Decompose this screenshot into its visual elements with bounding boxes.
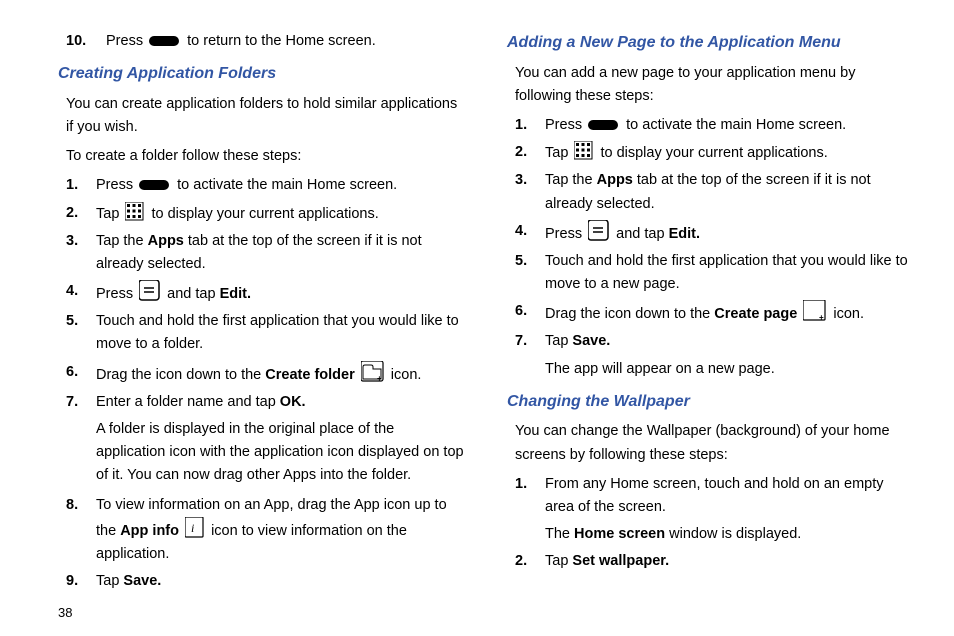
folder-step-7: 7. Enter a folder name and tap OK.: [66, 391, 465, 414]
wallpaper-step-1: 1. From any Home screen, touch and hold …: [515, 473, 914, 519]
ws1f-bold: Home screen: [574, 526, 665, 542]
fs2-a: Tap: [96, 206, 119, 222]
step-10-text-b: to return to the Home screen.: [187, 33, 376, 49]
folder-step-6: 6. Drag the icon down to the Create fold…: [66, 361, 465, 387]
heading-wallpaper: Changing the Wallpaper: [507, 389, 914, 415]
ws1: From any Home screen, touch and hold on …: [545, 476, 884, 515]
home-button-icon: [149, 33, 181, 49]
right-column: Adding a New Page to the Application Men…: [507, 30, 914, 624]
ps4-b: and tap: [616, 226, 664, 242]
ws2-a: Tap: [545, 553, 568, 569]
fs9-a: Tap: [96, 573, 119, 589]
ps4-bold: Edit.: [669, 226, 700, 242]
fs1-b: to activate the main Home screen.: [177, 177, 397, 193]
folder-step-2: 2. Tap to display your current applicati…: [66, 202, 465, 226]
fs7-a: Enter a folder name and tap: [96, 394, 276, 410]
ps6-b: icon.: [833, 306, 864, 322]
create-folder-icon: [361, 361, 385, 383]
fs8-bold: App info: [120, 523, 179, 539]
fs4-bold: Edit.: [220, 286, 251, 302]
fs4-a: Press: [96, 286, 133, 302]
ps7-a: Tap: [545, 333, 568, 349]
fs6-b: icon.: [391, 367, 422, 383]
fs6-bold: Create folder: [265, 367, 354, 383]
ps6-bold: Create page: [714, 306, 797, 322]
page-steps: 1. Press to activate the main Home scree…: [515, 114, 914, 354]
folder-step-4: 4. Press and tap Edit.: [66, 280, 465, 306]
ws2-bold: Set wallpaper.: [572, 553, 669, 569]
fs4-b: and tap: [167, 286, 215, 302]
ps1-a: Press: [545, 117, 582, 133]
folder-step-5: 5. Touch and hold the first application …: [66, 310, 465, 356]
fs3-a: Tap the: [96, 233, 144, 249]
page-columns: 10. Press to return to the Home screen. …: [58, 30, 914, 624]
fs7-bold: OK.: [280, 394, 306, 410]
step-10-text-a: Press: [106, 33, 143, 49]
ws1f-b: window is displayed.: [669, 526, 801, 542]
wallpaper-step-2: 2. Tap Set wallpaper.: [515, 550, 914, 573]
apps-grid-icon: [125, 202, 145, 222]
menu-button-icon: [139, 280, 161, 302]
home-button-icon: [588, 117, 620, 133]
intro-folders-1: You can create application folders to ho…: [66, 93, 465, 139]
page-step-5: 5. Touch and hold the first application …: [515, 250, 914, 296]
ps5: Touch and hold the first application tha…: [545, 253, 908, 292]
folder-step-8: 8. To view information on an App, drag t…: [66, 494, 465, 567]
ps6-a: Drag the icon down to the: [545, 306, 710, 322]
fs1-a: Press: [96, 177, 133, 193]
ps3-b: tab at the top of the screen if it is no…: [545, 172, 871, 211]
ps3-bold: Apps: [597, 172, 633, 188]
fs3-b: tab at the top of the screen if it is no…: [96, 233, 422, 272]
fs5: Touch and hold the first application tha…: [96, 313, 459, 352]
ps4-a: Press: [545, 226, 582, 242]
fs2-b: to display your current applications.: [151, 206, 378, 222]
left-column: 10. Press to return to the Home screen. …: [58, 30, 465, 624]
wallpaper-step-1-follow: The Home screen window is displayed.: [545, 523, 914, 546]
intro-page: You can add a new page to your applicati…: [515, 62, 914, 108]
heading-creating-folders: Creating Application Folders: [58, 61, 465, 87]
folder-step-9: 9. Tap Save.: [66, 570, 465, 593]
folder-steps: 1. Press to activate the main Home scree…: [66, 174, 465, 414]
folder-steps-cont: 8. To view information on an App, drag t…: [66, 494, 465, 594]
home-button-icon: [139, 177, 171, 193]
heading-adding-page: Adding a New Page to the Application Men…: [507, 30, 914, 56]
step-10-list: 10. Press to return to the Home screen.: [66, 30, 465, 53]
ps2-b: to display your current applications.: [600, 145, 827, 161]
page-number: 38: [58, 603, 465, 624]
step-10: 10. Press to return to the Home screen.: [66, 30, 465, 53]
folder-step-1: 1. Press to activate the main Home scree…: [66, 174, 465, 197]
folder-step-7-follow: A folder is displayed in the original pl…: [96, 418, 465, 488]
ps7-bold: Save.: [572, 333, 610, 349]
app-info-icon: [185, 517, 205, 539]
page-step-6: 6. Drag the icon down to the Create page…: [515, 300, 914, 326]
fs3-bold: Apps: [148, 233, 184, 249]
page-step-7: 7. Tap Save.: [515, 330, 914, 353]
ws1f-a: The: [545, 526, 570, 542]
wallpaper-steps: 1. From any Home screen, touch and hold …: [515, 473, 914, 519]
page-step-2: 2. Tap to display your current applicati…: [515, 141, 914, 165]
page-step-1: 1. Press to activate the main Home scree…: [515, 114, 914, 137]
page-step-3: 3. Tap the Apps tab at the top of the sc…: [515, 169, 914, 215]
fs6-a: Drag the icon down to the: [96, 367, 261, 383]
page-step-7-follow: The app will appear on a new page.: [545, 358, 914, 381]
intro-folders-2: To create a folder follow these steps:: [66, 145, 465, 168]
ps1-b: to activate the main Home screen.: [626, 117, 846, 133]
wallpaper-steps-cont: 2. Tap Set wallpaper.: [515, 550, 914, 573]
page-step-4: 4. Press and tap Edit.: [515, 220, 914, 246]
intro-wallpaper: You can change the Wallpaper (background…: [515, 420, 914, 466]
fs9-bold: Save.: [123, 573, 161, 589]
apps-grid-icon: [574, 141, 594, 161]
menu-button-icon: [588, 220, 610, 242]
ps3-a: Tap the: [545, 172, 593, 188]
create-page-icon: [803, 300, 827, 322]
folder-step-3: 3. Tap the Apps tab at the top of the sc…: [66, 230, 465, 276]
ps2-a: Tap: [545, 145, 568, 161]
